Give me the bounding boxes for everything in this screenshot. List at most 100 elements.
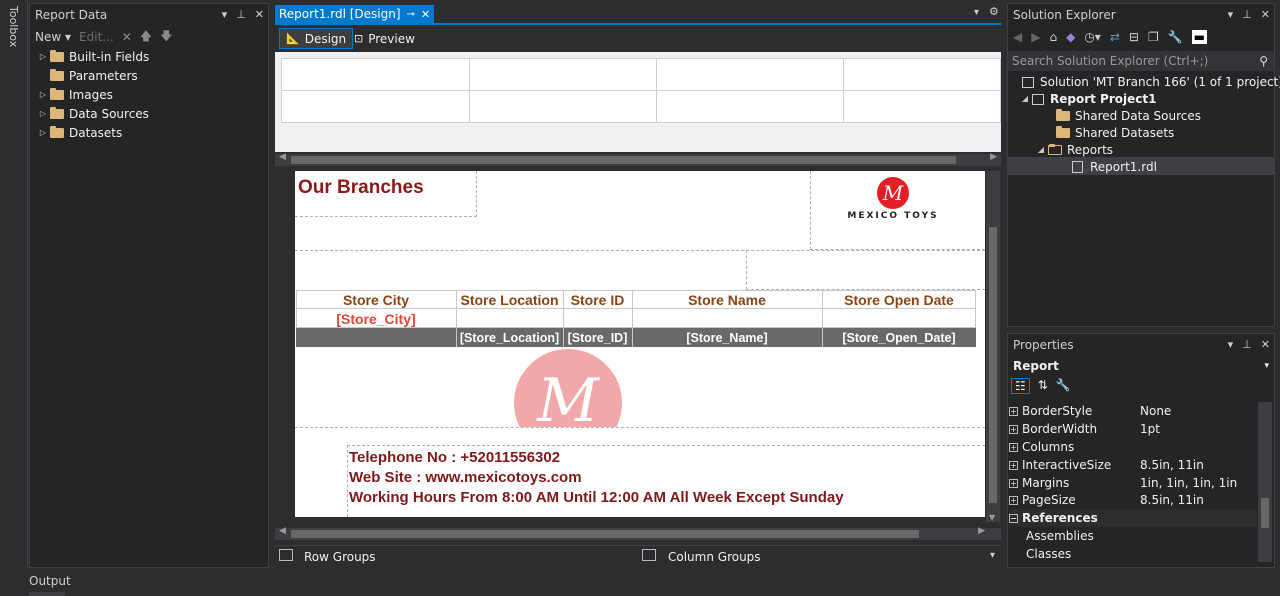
field-store-location[interactable]: [Store_Location] <box>456 329 563 347</box>
forward-icon[interactable]: ▶ <box>1031 30 1040 44</box>
groups-dropdown-icon[interactable]: ▾ <box>990 550 995 561</box>
history-icon[interactable]: ◷▾ <box>1084 30 1101 44</box>
bottom-horizontal-scrollbar[interactable]: ◀ ▶ <box>275 526 1001 540</box>
tree-item-data-sources[interactable]: ▷ Data Sources <box>36 105 149 123</box>
object-selector[interactable]: Report ▾ <box>1008 356 1274 376</box>
header-store-name[interactable]: Store Name <box>632 291 822 309</box>
tree-item-parameters[interactable]: Parameters <box>36 67 138 85</box>
prop-category-references[interactable]: − References <box>1009 509 1257 527</box>
collapse-all-icon[interactable]: ⊟ <box>1129 30 1139 44</box>
prop-row-margins[interactable]: + Margins 1in, 1in, 1in, 1in <box>1009 474 1257 492</box>
close-icon[interactable]: ✕ <box>1261 334 1270 356</box>
field-store-name[interactable]: [Store_Name] <box>632 329 822 347</box>
shared-data-sources-node[interactable]: Shared Data Sources <box>1056 107 1201 125</box>
prop-value[interactable]: 1in, 1in, 1in, 1in <box>1137 476 1237 490</box>
edit-button[interactable]: Edit... <box>79 30 114 44</box>
prop-row-classes[interactable]: Classes <box>1009 545 1257 563</box>
report1-rdl-node[interactable]: Report1.rdl <box>1072 158 1157 176</box>
expand-arrow-icon[interactable]: ▷ <box>36 124 50 142</box>
field-store-city[interactable]: [Store_City] <box>296 310 456 328</box>
scroll-down-icon[interactable]: ▼ <box>989 513 995 522</box>
prop-value[interactable]: 1pt <box>1137 422 1160 436</box>
header-store-open-date[interactable]: Store Open Date <box>822 291 976 309</box>
prop-row-borderwidth[interactable]: + BorderWidth 1pt <box>1009 420 1257 438</box>
expand-arrow-icon[interactable]: ▷ <box>36 86 50 104</box>
project-node[interactable]: ◢ Report Project1 <box>1018 90 1157 108</box>
vs-icon[interactable]: ◆ <box>1066 30 1075 44</box>
solution-search-box[interactable]: Search Solution Explorer (Ctrl+;) ⚲ <box>1008 51 1274 71</box>
scroll-right-icon[interactable]: ▶ <box>990 152 997 162</box>
pin-icon[interactable]: ⊸ <box>407 9 415 20</box>
expand-icon[interactable]: + <box>1009 495 1018 505</box>
expand-icon[interactable]: + <box>1009 460 1018 470</box>
scroll-thumb[interactable] <box>291 530 919 538</box>
grid-cell[interactable] <box>469 90 657 123</box>
prop-row-columns[interactable]: + Columns <box>1009 438 1257 456</box>
scroll-thumb[interactable] <box>291 156 956 164</box>
dropdown-icon[interactable]: ▾ <box>222 4 228 26</box>
mexico-toys-logo[interactable]: M MEXICO TOYS <box>845 177 941 225</box>
scroll-left-icon[interactable]: ◀ <box>279 526 286 536</box>
close-icon[interactable]: ✕ <box>255 4 264 26</box>
toolbox-strip[interactable]: Toolbox <box>0 0 28 568</box>
grid-cell[interactable] <box>656 90 844 123</box>
settings-gear-icon[interactable]: ⚙ <box>989 5 999 18</box>
row-groups-label[interactable]: Row Groups <box>304 550 376 564</box>
working-hours-text[interactable]: Working Hours From 8:00 AM Until 12:00 A… <box>349 489 844 506</box>
report-title[interactable]: Our Branches <box>298 177 424 199</box>
stores-table[interactable]: Store City Store Location Store ID Store… <box>296 290 976 347</box>
tree-item-images[interactable]: ▷ Images <box>36 86 113 104</box>
expand-icon[interactable]: + <box>1009 424 1018 434</box>
expand-arrow-icon[interactable]: ▷ <box>36 48 50 66</box>
expand-arrow-icon[interactable]: ▷ <box>36 105 50 123</box>
scroll-thumb[interactable] <box>1261 498 1269 528</box>
top-horizontal-scrollbar[interactable]: ◀ ▶ <box>275 152 1001 166</box>
dropdown-icon[interactable]: ▾ <box>1228 334 1234 356</box>
tab-dropdown-icon[interactable]: ▾ <box>974 7 979 18</box>
categorized-icon[interactable]: ☷ <box>1011 378 1030 394</box>
preview-button[interactable]: ⊡ Preview <box>348 28 421 49</box>
header-store-id[interactable]: Store ID <box>563 291 632 309</box>
website-text[interactable]: Web Site : www.mexicotoys.com <box>349 469 582 486</box>
header-store-location[interactable]: Store Location <box>456 291 563 309</box>
scroll-right-icon[interactable]: ▶ <box>978 526 985 536</box>
pin-icon[interactable]: ⊥ <box>1242 334 1252 356</box>
pin-icon[interactable]: ⊥ <box>236 4 246 26</box>
shared-datasets-node[interactable]: Shared Datasets <box>1056 124 1174 142</box>
prop-row-pagesize[interactable]: + PageSize 8.5in, 11in <box>1009 491 1257 509</box>
collapse-icon[interactable]: − <box>1009 513 1018 523</box>
preview-selected-icon[interactable]: ▬ <box>1191 30 1208 44</box>
grid-cell[interactable] <box>281 90 470 123</box>
tree-item-datasets[interactable]: ▷ Datasets <box>36 124 122 142</box>
grid-cell[interactable] <box>843 58 1001 91</box>
design-button[interactable]: 📐 Design <box>279 28 354 49</box>
tab-report1-design[interactable]: Report1.rdl [Design] ⊸ ✕ <box>275 5 435 23</box>
home-icon[interactable]: ⌂ <box>1049 30 1057 44</box>
prop-row-assemblies[interactable]: Assemblies <box>1009 527 1257 545</box>
copy-icon[interactable]: ❐ <box>1148 30 1159 44</box>
column-groups-label[interactable]: Column Groups <box>668 550 761 564</box>
tree-item-built-in-fields[interactable]: ▷ Built-in Fields <box>36 48 149 66</box>
scroll-thumb[interactable] <box>989 227 997 503</box>
grid-cell[interactable] <box>469 58 657 91</box>
alphabetical-icon[interactable]: ⇅ <box>1038 378 1048 394</box>
expand-icon[interactable]: + <box>1009 478 1018 488</box>
pin-icon[interactable]: ⊥ <box>1242 4 1252 26</box>
report-page[interactable]: Our Branches M MEXICO TOYS Store City St… <box>295 171 985 517</box>
sync-icon[interactable]: ⇄ <box>1110 30 1120 44</box>
grid-cell[interactable] <box>656 58 844 91</box>
property-pages-icon[interactable]: 🔧 <box>1056 378 1071 394</box>
prop-row-interactivesize[interactable]: + InteractiveSize 8.5in, 11in <box>1009 456 1257 474</box>
scroll-left-icon[interactable]: ◀ <box>279 152 286 162</box>
back-icon[interactable]: ◀ <box>1013 30 1022 44</box>
grid-cell[interactable] <box>281 58 470 91</box>
output-tab[interactable]: Output <box>29 574 71 588</box>
field-store-id[interactable]: [Store_ID] <box>563 329 632 347</box>
collapse-arrow-icon[interactable]: ◢ <box>1018 90 1032 108</box>
properties-wrench-icon[interactable]: 🔧 <box>1168 30 1183 44</box>
prop-row-borderstyle[interactable]: + BorderStyle None <box>1009 402 1257 420</box>
close-icon[interactable]: ✕ <box>1261 4 1270 26</box>
move-up-icon[interactable]: 🡅 <box>140 27 152 48</box>
prop-value[interactable]: None <box>1137 404 1171 418</box>
solution-node[interactable]: Solution 'MT Branch 166' (1 of 1 project… <box>1022 73 1280 91</box>
